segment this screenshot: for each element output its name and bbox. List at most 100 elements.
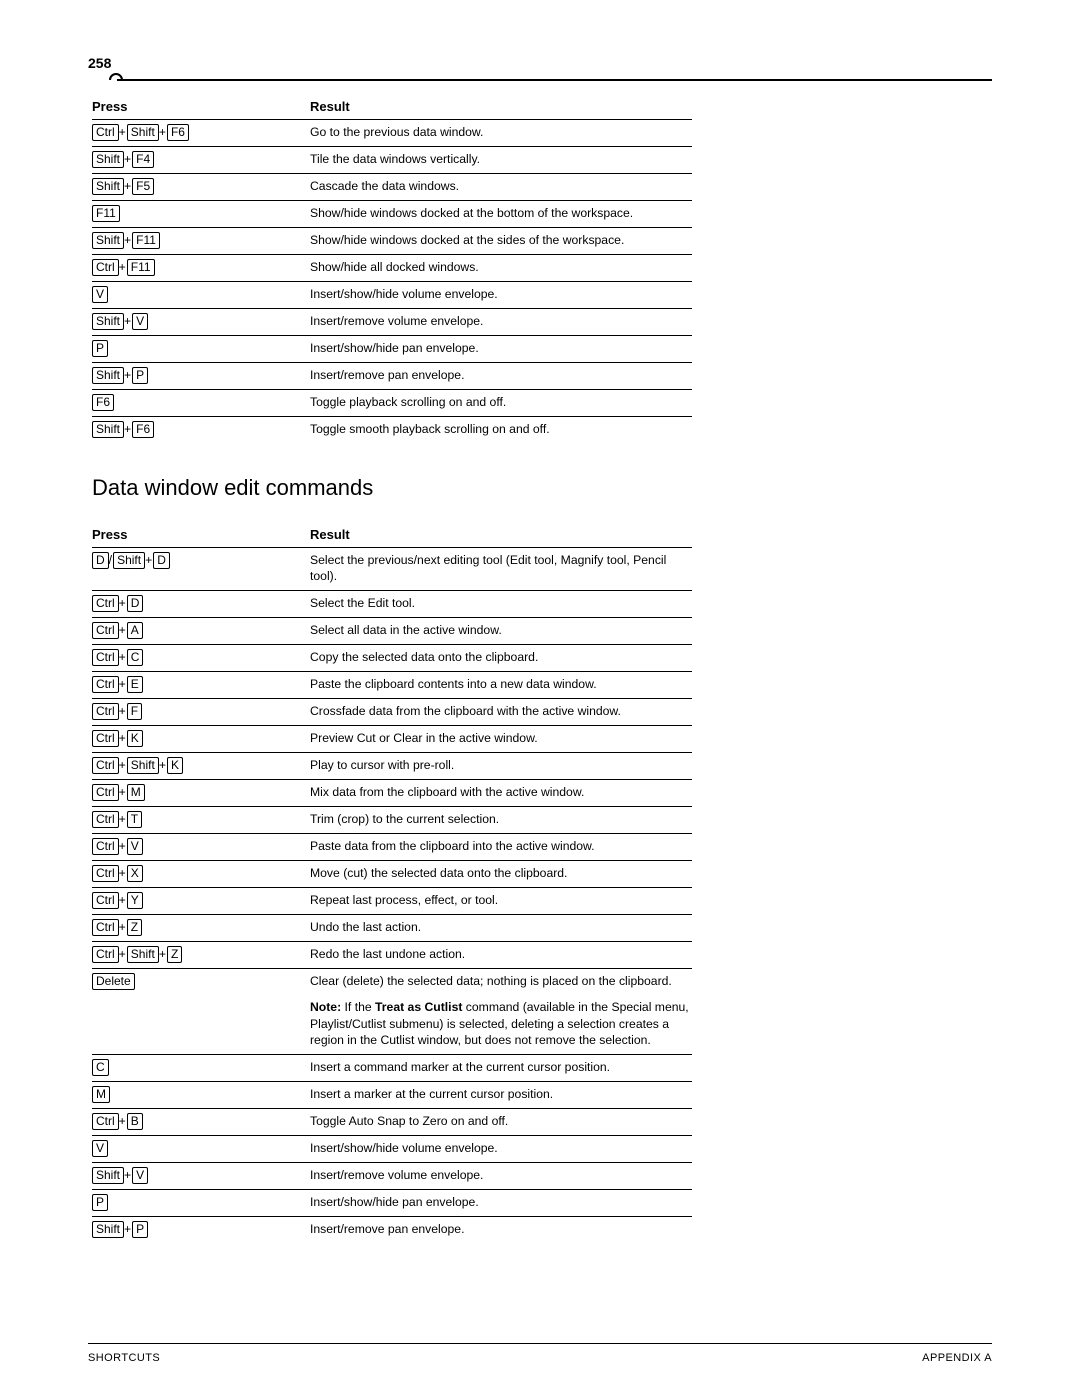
cell-keys: Ctrl+M bbox=[92, 779, 310, 806]
table-row: Ctrl+XMove (cut) the selected data onto … bbox=[92, 860, 692, 887]
key-cap: Shift bbox=[92, 178, 124, 195]
cell-keys: Shift+V bbox=[92, 309, 310, 336]
cell-result: Copy the selected data onto the clipboar… bbox=[310, 644, 692, 671]
key-cap: Z bbox=[127, 919, 142, 936]
table-row: Ctrl+VPaste data from the clipboard into… bbox=[92, 833, 692, 860]
key-cap: Ctrl bbox=[92, 784, 119, 801]
table-row: Shift+F5Cascade the data windows. bbox=[92, 174, 692, 201]
table-row: Shift+VInsert/remove volume envelope. bbox=[92, 309, 692, 336]
col-result: Result bbox=[310, 95, 692, 120]
cell-result: Repeat last process, effect, or tool. bbox=[310, 887, 692, 914]
table-row: PInsert/show/hide pan envelope. bbox=[92, 1189, 692, 1216]
cell-keys: Ctrl+C bbox=[92, 644, 310, 671]
cell-keys: P bbox=[92, 1189, 310, 1216]
key-cap: Y bbox=[127, 892, 143, 909]
cell-result: Insert a marker at the current cursor po… bbox=[310, 1081, 692, 1108]
key-cap: V bbox=[132, 313, 148, 330]
cell-result: Insert/show/hide pan envelope. bbox=[310, 336, 692, 363]
key-cap: P bbox=[132, 367, 148, 384]
table-row: Shift+VInsert/remove volume envelope. bbox=[92, 1162, 692, 1189]
key-cap: Ctrl bbox=[92, 838, 119, 855]
table-row: MInsert a marker at the current cursor p… bbox=[92, 1081, 692, 1108]
key-cap: T bbox=[127, 811, 142, 828]
key-cap: P bbox=[92, 340, 108, 357]
table-row: Shift+PInsert/remove pan envelope. bbox=[92, 363, 692, 390]
table-row: Ctrl+ASelect all data in the active wind… bbox=[92, 617, 692, 644]
page-footer: SHORTCUTS APPENDIX A bbox=[88, 1343, 992, 1364]
key-cap: Ctrl bbox=[92, 757, 119, 774]
key-cap: Ctrl bbox=[92, 811, 119, 828]
key-cap: F6 bbox=[92, 394, 114, 411]
cell-keys: Ctrl+Z bbox=[92, 914, 310, 941]
key-cap: Shift bbox=[92, 367, 124, 384]
cell-result: Mix data from the clipboard with the act… bbox=[310, 779, 692, 806]
cell-keys: Ctrl+D bbox=[92, 590, 310, 617]
table-row: Ctrl+TTrim (crop) to the current selecti… bbox=[92, 806, 692, 833]
key-cap: D bbox=[153, 552, 170, 569]
cell-result: Toggle Auto Snap to Zero on and off. bbox=[310, 1108, 692, 1135]
cell-result: Insert/remove pan envelope. bbox=[310, 1216, 692, 1243]
key-cap: Shift bbox=[92, 1221, 124, 1238]
key-cap: V bbox=[127, 838, 143, 855]
cell-result: Paste the clipboard contents into a new … bbox=[310, 671, 692, 698]
cell-result: Preview Cut or Clear in the active windo… bbox=[310, 725, 692, 752]
table-row: Shift+F4Tile the data windows vertically… bbox=[92, 147, 692, 174]
key-cap: D bbox=[92, 552, 109, 569]
key-cap: Ctrl bbox=[92, 946, 119, 963]
key-cap: Ctrl bbox=[92, 919, 119, 936]
cell-keys: Ctrl+E bbox=[92, 671, 310, 698]
key-cap: Ctrl bbox=[92, 703, 119, 720]
key-cap: F5 bbox=[132, 178, 154, 195]
table-row: Ctrl+EPaste the clipboard contents into … bbox=[92, 671, 692, 698]
key-cap: Ctrl bbox=[92, 595, 119, 612]
col-result: Result bbox=[310, 523, 692, 548]
table-row: Ctrl+F11Show/hide all docked windows. bbox=[92, 255, 692, 282]
key-cap: Ctrl bbox=[92, 1113, 119, 1130]
cell-keys: Ctrl+B bbox=[92, 1108, 310, 1135]
table-row: F6Toggle playback scrolling on and off. bbox=[92, 390, 692, 417]
cell-keys: Shift+F6 bbox=[92, 417, 310, 444]
key-cap: Delete bbox=[92, 973, 135, 990]
key-cap: Z bbox=[167, 946, 182, 963]
cell-result: Redo the last undone action. bbox=[310, 941, 692, 968]
key-cap: X bbox=[127, 865, 143, 882]
cell-result: Show/hide all docked windows. bbox=[310, 255, 692, 282]
key-cap: P bbox=[132, 1221, 148, 1238]
table-row: F11Show/hide windows docked at the botto… bbox=[92, 201, 692, 228]
table-row: Shift+PInsert/remove pan envelope. bbox=[92, 1216, 692, 1243]
note: Note: If the Treat as Cutlist command (a… bbox=[310, 999, 692, 1048]
table-row: Shift+F6Toggle smooth playback scrolling… bbox=[92, 417, 692, 444]
cell-result: Paste data from the clipboard into the a… bbox=[310, 833, 692, 860]
cell-result: Select the Edit tool. bbox=[310, 590, 692, 617]
cell-result: Go to the previous data window. bbox=[310, 120, 692, 147]
key-cap: Shift bbox=[92, 151, 124, 168]
table-row: D/Shift+DSelect the previous/next editin… bbox=[92, 548, 692, 591]
table-row: Ctrl+ZUndo the last action. bbox=[92, 914, 692, 941]
cell-result: Insert/show/hide pan envelope. bbox=[310, 1189, 692, 1216]
table-row: Ctrl+CCopy the selected data onto the cl… bbox=[92, 644, 692, 671]
cell-result: Insert/show/hide volume envelope. bbox=[310, 1135, 692, 1162]
cell-result: Play to cursor with pre-roll. bbox=[310, 752, 692, 779]
key-cap: Shift bbox=[92, 313, 124, 330]
cell-result: Insert a command marker at the current c… bbox=[310, 1054, 692, 1081]
key-cap: Ctrl bbox=[92, 649, 119, 666]
table-row: Ctrl+KPreview Cut or Clear in the active… bbox=[92, 725, 692, 752]
cell-result: Show/hide windows docked at the bottom o… bbox=[310, 201, 692, 228]
cell-result: Insert/remove pan envelope. bbox=[310, 363, 692, 390]
table-row: P Insert/show/hide pan envelope. bbox=[92, 336, 692, 363]
cell-result: Undo the last action. bbox=[310, 914, 692, 941]
cell-keys: Ctrl+A bbox=[92, 617, 310, 644]
table-row: Ctrl+BToggle Auto Snap to Zero on and of… bbox=[92, 1108, 692, 1135]
cell-result: Toggle smooth playback scrolling on and … bbox=[310, 417, 692, 444]
key-cap: F11 bbox=[132, 232, 160, 249]
key-cap: C bbox=[92, 1059, 109, 1076]
table-row: Ctrl+FCrossfade data from the clipboard … bbox=[92, 698, 692, 725]
cell-result: Tile the data windows vertically. bbox=[310, 147, 692, 174]
cell-result: Show/hide windows docked at the sides of… bbox=[310, 228, 692, 255]
key-cap: V bbox=[92, 1140, 108, 1157]
cell-keys: Ctrl+Y bbox=[92, 887, 310, 914]
key-cap: M bbox=[127, 784, 145, 801]
key-cap: F6 bbox=[132, 421, 154, 438]
cell-keys: Ctrl+Shift+Z bbox=[92, 941, 310, 968]
cell-result: Select the previous/next editing tool (E… bbox=[310, 548, 692, 591]
